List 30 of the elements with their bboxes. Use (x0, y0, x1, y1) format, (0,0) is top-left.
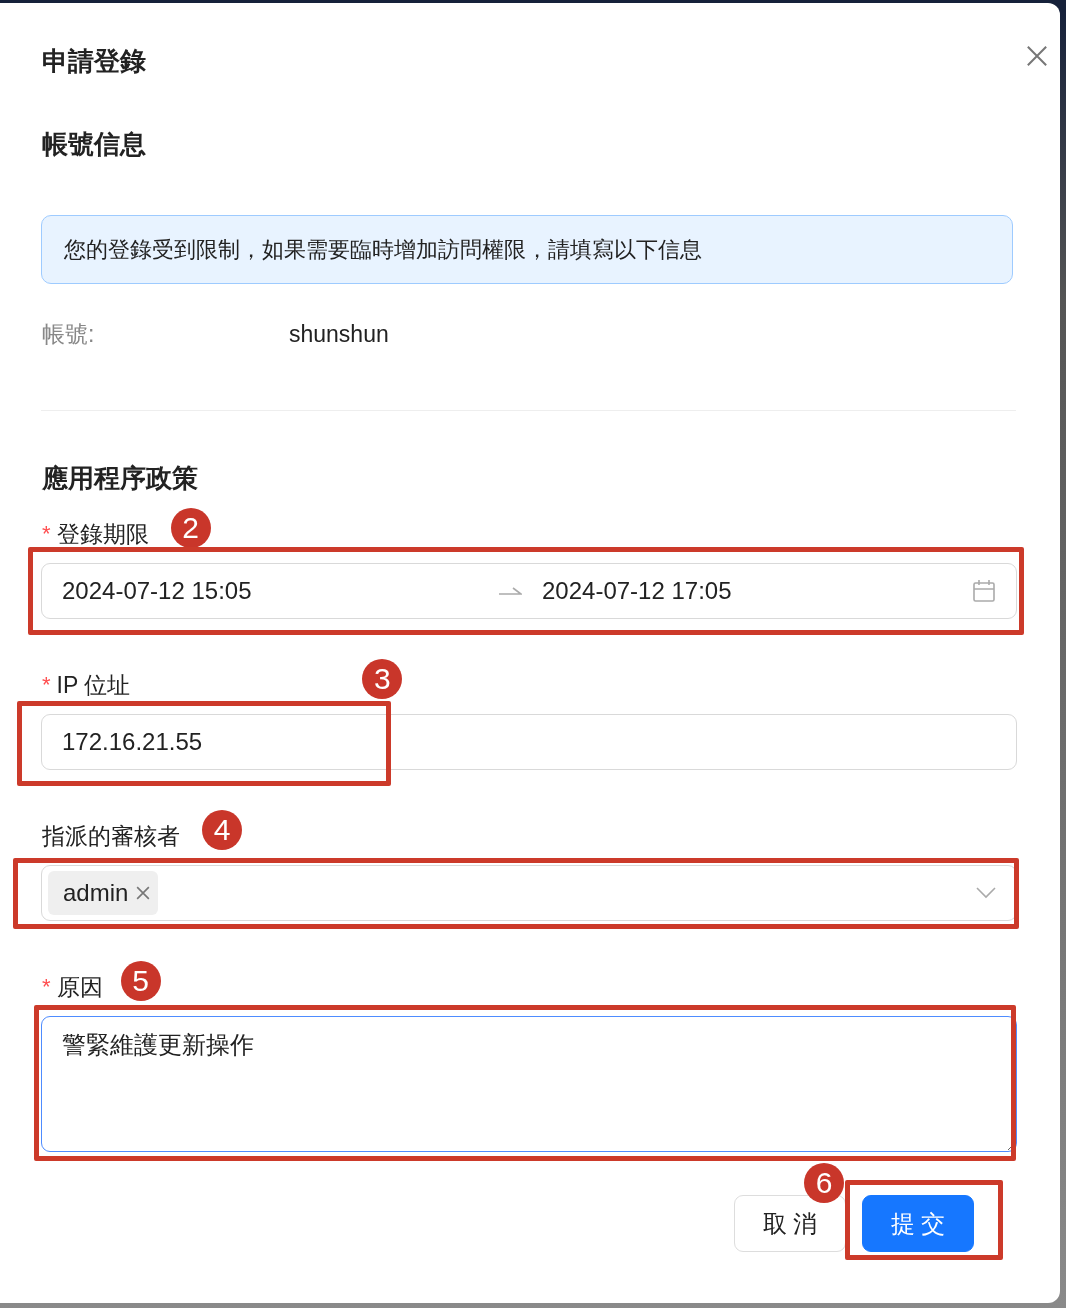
date-range-picker[interactable]: 2024-07-12 15:05 2024-07-12 17:05 (41, 563, 1017, 619)
start-date: 2024-07-12 15:05 (62, 577, 253, 605)
step-number-badge: 6 (804, 1163, 844, 1203)
end-date: 2024-07-12 17:05 (542, 577, 733, 605)
field-label: 原因 (56, 972, 103, 1002)
required-asterisk: * (42, 672, 51, 698)
field-label: 登錄期限 (56, 519, 149, 549)
cancel-button[interactable]: 取 消 (734, 1195, 846, 1252)
submit-button[interactable]: 提 交 (862, 1195, 974, 1252)
remove-icon[interactable] (136, 886, 151, 900)
required-asterisk: * (42, 521, 51, 547)
text-area[interactable]: 警緊維護更新操作 (41, 1016, 1017, 1152)
required-asterisk: * (42, 974, 51, 1000)
step-number-badge: 2 (170, 508, 211, 548)
field-label: 帳號: (41, 319, 96, 349)
field-label: IP 位址 (56, 670, 131, 700)
select-field[interactable]: admin (41, 865, 1017, 921)
info-alert: 您的登錄受到限制，如果需要臨時增加訪問權限，請填寫以下信息 (41, 215, 1013, 284)
step-number-badge: 3 (362, 659, 403, 699)
section-heading: 帳號信息 (41, 128, 147, 161)
calendar-icon (972, 579, 996, 603)
tag-text: admin (63, 879, 129, 907)
section-heading: 應用程序政策 (41, 462, 199, 495)
step-number-badge: 5 (120, 961, 161, 1001)
input-field[interactable]: 172.16.21.55 (41, 714, 1017, 770)
dialog-title: 申請登錄 (41, 44, 146, 78)
field-label: 指派的審核者 (42, 821, 180, 851)
field-value: shunshun (289, 320, 389, 348)
chevron-down-icon (976, 887, 996, 899)
step-number-badge: 4 (202, 810, 242, 850)
